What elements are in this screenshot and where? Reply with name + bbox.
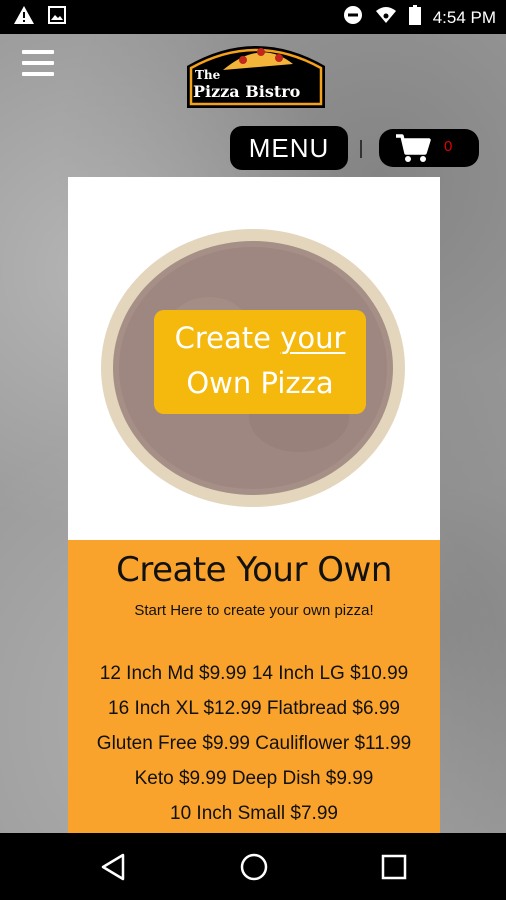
badge-text-underlined: your xyxy=(280,321,346,355)
logo-text-name: Pizza Bistro xyxy=(193,82,301,101)
status-time: 4:54 PM xyxy=(432,7,496,27)
price-line: Gluten Free $9.99 Cauliflower $11.99 xyxy=(96,733,412,754)
price-list: 12 Inch Md $9.99 14 Inch LG $10.99 16 In… xyxy=(68,656,440,831)
price-line: 16 Inch XL $12.99 Flatbread $6.99 xyxy=(108,698,400,719)
product-subtitle: Start Here to create your own pizza! xyxy=(134,602,374,619)
cart-icon xyxy=(395,133,431,167)
create-your-own-badge: Create your Own Pizza xyxy=(154,310,366,414)
status-bar: 4:54 PM xyxy=(0,0,506,34)
cart-count-badge: 0 xyxy=(444,138,453,155)
product-card[interactable]: Create your Own Pizza Create Your Own St… xyxy=(68,177,440,833)
pizza-bistro-logo[interactable]: The Pizza Bistro xyxy=(183,36,329,110)
menu-button[interactable]: MENU xyxy=(230,126,348,170)
back-icon[interactable] xyxy=(100,853,126,885)
price-line: 10 Inch Small $7.99 xyxy=(170,803,338,824)
product-title: Create Your Own xyxy=(116,550,392,590)
divider xyxy=(360,140,362,158)
warning-icon xyxy=(14,6,34,28)
cart-button[interactable] xyxy=(379,129,479,167)
hamburger-menu-button[interactable] xyxy=(22,50,54,80)
hamburger-icon xyxy=(22,50,54,54)
product-info-panel: Create Your Own Start Here to create you… xyxy=(68,540,440,833)
wifi-icon xyxy=(375,5,397,30)
recents-icon[interactable] xyxy=(381,854,407,884)
logo-text-the: The xyxy=(195,68,221,82)
badge-text: Create xyxy=(174,321,281,355)
battery-icon xyxy=(408,5,421,30)
system-nav-bar xyxy=(0,833,506,900)
price-line: 12 Inch Md $9.99 14 Inch LG $10.99 xyxy=(99,663,409,684)
image-icon xyxy=(48,6,66,28)
price-line: Keto $9.99 Deep Dish $9.99 xyxy=(134,768,374,789)
do-not-disturb-icon xyxy=(343,5,363,30)
home-icon[interactable] xyxy=(239,852,269,886)
badge-text-line2: Own Pizza xyxy=(186,366,334,400)
